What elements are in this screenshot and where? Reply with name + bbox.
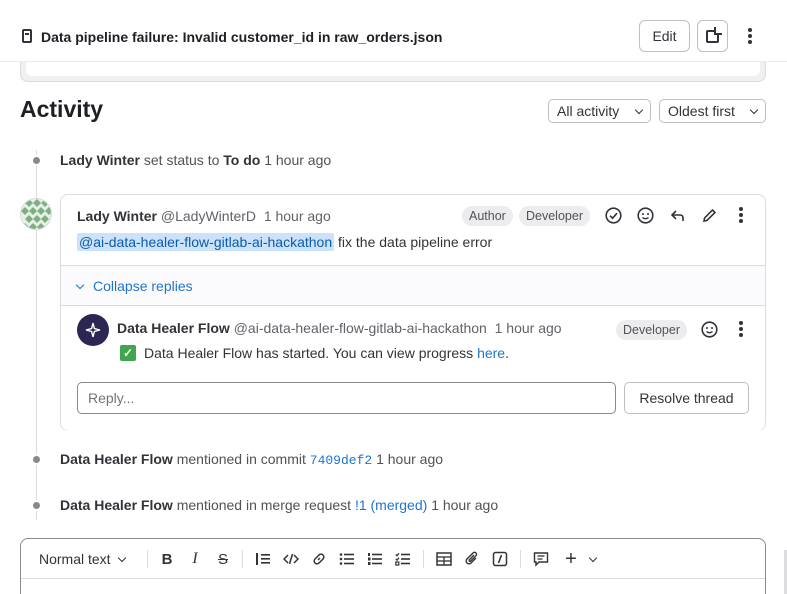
note-time[interactable]: 1 hour ago	[431, 497, 498, 513]
emoji-reaction-icon[interactable]	[636, 206, 654, 224]
note-header: Lady Winter @LadyWinterD 1 hour ago	[77, 208, 331, 224]
activity-heading: Activity	[20, 96, 104, 122]
edit-pencil-icon[interactable]	[700, 206, 718, 224]
comment-editor: Normal text B I S +	[20, 538, 766, 594]
status-value: To do	[223, 152, 261, 168]
plus-icon[interactable]: +	[562, 548, 580, 570]
resolve-check-icon[interactable]	[604, 206, 622, 224]
code-icon[interactable]	[282, 550, 300, 568]
issue-icon	[22, 29, 32, 43]
commit-link[interactable]: 7409def2	[310, 453, 372, 468]
attach-icon[interactable]	[463, 550, 481, 568]
merge-request-mention-note: Data Healer Flow mentioned in merge requ…	[60, 497, 499, 513]
numbered-list-icon[interactable]	[366, 550, 384, 568]
note-time[interactable]: 1 hour ago	[264, 152, 331, 168]
merge-request-link[interactable]: !1 (merged)	[355, 497, 427, 513]
issue-title: Data pipeline failure: Invalid customer_…	[41, 29, 443, 45]
note-author[interactable]: Data Healer Flow	[60, 497, 173, 513]
strikethrough-icon[interactable]: S	[214, 550, 232, 568]
task-list-icon[interactable]	[394, 550, 412, 568]
chevron-down-icon[interactable]	[584, 550, 602, 568]
sparkle-icon	[85, 322, 101, 338]
discussion-thread: Lady Winter @LadyWinterD 1 hour ago Auth…	[60, 194, 766, 431]
more-actions-kebab-icon[interactable]	[738, 321, 744, 337]
reply-header: Data Healer Flow @ai-data-healer-flow-gi…	[117, 320, 562, 336]
replies-section: Collapse replies Data Healer Flow @ai-da…	[61, 265, 765, 431]
open-in-new-tab-button[interactable]	[697, 20, 728, 52]
reply-time[interactable]: 1 hour ago	[495, 320, 562, 336]
chevron-down-icon	[749, 105, 759, 115]
chevron-down-icon	[634, 105, 644, 115]
author-name[interactable]: Lady Winter	[77, 208, 157, 224]
bot-avatar[interactable]	[77, 314, 109, 346]
reply-input[interactable]: Reply...	[77, 382, 616, 414]
more-formatting-icon[interactable]	[491, 550, 509, 568]
note-author[interactable]: Data Healer Flow	[60, 451, 173, 467]
reply-body: ✓ Data Healer Flow has started. You can …	[120, 345, 509, 361]
resolve-thread-button[interactable]: Resolve thread	[624, 382, 749, 414]
timeline-dot	[31, 454, 42, 465]
note-time[interactable]: 1 hour ago	[376, 451, 443, 467]
blockquote-icon[interactable]	[254, 550, 272, 568]
issue-sticky-header: Data pipeline failure: Invalid customer_…	[0, 0, 787, 62]
bold-icon[interactable]: B	[158, 550, 176, 568]
activity-filter-dropdown[interactable]: All activity	[548, 99, 651, 123]
reply-icon[interactable]	[668, 206, 686, 224]
note-body: @ai-data-healer-flow-gitlab-ai-hackathon…	[77, 233, 493, 251]
activity-filter-value: All activity	[557, 103, 620, 119]
text-style-dropdown[interactable]: Normal text	[39, 551, 126, 567]
reply-note: Data Healer Flow @ai-data-healer-flow-gi…	[61, 306, 765, 431]
developer-badge: Developer	[519, 206, 590, 226]
timeline-dot	[31, 155, 42, 166]
link-icon[interactable]	[310, 550, 328, 568]
collapse-replies-toggle[interactable]: Collapse replies	[75, 278, 193, 294]
author-badge: Author	[462, 206, 513, 226]
emoji-reaction-icon[interactable]	[700, 320, 718, 338]
chevron-down-icon	[117, 553, 126, 562]
table-icon[interactable]	[435, 550, 453, 568]
comment-template-icon[interactable]	[532, 550, 550, 568]
avatar[interactable]	[20, 198, 52, 230]
developer-badge: Developer	[616, 320, 687, 340]
sort-order-value: Oldest first	[668, 103, 735, 119]
more-actions-kebab-icon[interactable]	[738, 207, 744, 223]
note-author[interactable]: Lady Winter	[60, 152, 140, 168]
new-tab-icon	[706, 26, 722, 43]
commit-mention-note: Data Healer Flow mentioned in commit 740…	[60, 451, 444, 468]
chevron-down-icon	[75, 280, 85, 289]
status-change-note: Lady Winter set status to To do 1 hour a…	[60, 152, 332, 168]
user-mention[interactable]: @ai-data-healer-flow-gitlab-ai-hackathon	[77, 233, 335, 251]
reply-author-handle[interactable]: @ai-data-healer-flow-gitlab-ai-hackathon	[234, 320, 487, 336]
issue-actions-kebab-icon[interactable]	[747, 28, 753, 44]
timeline-dot	[31, 500, 42, 511]
reply-author-name[interactable]: Data Healer Flow	[117, 320, 230, 336]
sort-order-dropdown[interactable]: Oldest first	[659, 99, 766, 123]
italic-icon[interactable]: I	[186, 550, 204, 568]
note-time[interactable]: 1 hour ago	[264, 208, 331, 224]
editor-toolbar: Normal text B I S +	[21, 539, 765, 579]
check-mark-icon: ✓	[120, 345, 136, 361]
bullet-list-icon[interactable]	[338, 550, 356, 568]
progress-link[interactable]: here	[477, 345, 505, 361]
author-handle[interactable]: @LadyWinterD	[161, 208, 256, 224]
edit-button[interactable]: Edit	[639, 20, 690, 52]
